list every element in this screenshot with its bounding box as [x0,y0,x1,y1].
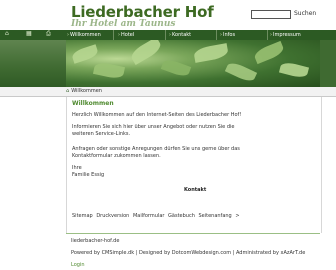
header-left-panel [0,40,66,87]
login-link[interactable]: Login [71,262,85,268]
service-links: Sitemap Druckversion Mailformular Gästeb… [72,213,242,219]
nav-item-impressum[interactable]: ›Impressum [270,31,301,39]
search-input[interactable] [251,10,291,19]
next-link[interactable]: > [235,213,239,219]
page-title: Willkommen [72,100,114,107]
nav-item-hotel[interactable]: ›Hotel [118,31,134,39]
site-subtitle: Ihr Hotel am Taunus [71,19,176,29]
leaf-shape [252,40,286,65]
nav-divider [216,30,217,40]
nav-divider [267,30,268,40]
nav-label: Willkommen [70,32,101,38]
leaf-shape [128,40,164,66]
footer-domain: liederbacher-hof.de [71,238,120,244]
mailform-link[interactable]: Mailformular [133,213,165,219]
welcome-text: Herzlich Willkommen auf den Internet-Sei… [72,112,242,118]
leaf-shape [160,57,192,79]
breadcrumb-home-icon[interactable]: ⌂ [66,88,69,94]
leaf-shape [278,60,310,80]
info-text-line1: Informieren Sie sich hier über unser Ang… [72,124,235,130]
nav-item-willkommen[interactable]: ›Willkommen [67,31,101,39]
breadcrumb-bar: ⌂ Willkommen [0,87,336,97]
contact-text-line2: Kontaktformular zukommen lassen. [72,153,161,159]
leaf-shape [193,43,229,63]
info-text-line2: weiteren Service-Links. [72,131,131,137]
header-photo [66,40,320,87]
header: Liederbacher Hof Ihr Hotel am Taunus Suc… [0,0,336,30]
nav-label: Impressum [273,32,301,38]
kontakt-link[interactable]: Kontakt [184,187,206,193]
print-version-link[interactable]: Druckversion [96,213,129,219]
breadcrumb-current: Willkommen [71,88,102,94]
nav-divider [113,30,114,40]
print-icon[interactable]: ⎙ [46,31,52,37]
content-area: Willkommen Herzlich Willkommen auf den I… [66,97,322,233]
footer-divider [66,233,320,234]
search-button[interactable]: Suchen [294,10,316,17]
footer-credits[interactable]: Powered by CMSimple.dk | Designed by Dot… [71,250,305,256]
breadcrumb: ⌂ Willkommen [66,88,102,95]
chevron-right-icon: › [118,32,120,38]
nav-label: Infos [223,32,236,38]
main-navigation: ⌂ ▦ ⎙ ›Willkommen ›Hotel ›Kontakt ›Infos… [0,30,336,40]
leaf-shape [92,61,126,80]
chevron-right-icon: › [169,32,171,38]
left-margin [0,97,66,233]
nav-item-infos[interactable]: ›Infos [220,31,235,39]
sitemap-icon[interactable]: ▦ [26,31,32,37]
leaf-shape [70,44,100,64]
chevron-right-icon: › [270,32,272,38]
home-icon[interactable]: ⌂ [5,31,11,37]
chevron-right-icon: › [67,32,69,38]
nav-item-kontakt[interactable]: ›Kontakt [169,31,191,39]
signature-line1: Ihre [72,165,82,171]
chevron-right-icon: › [220,32,222,38]
guestbook-link[interactable]: Gästebuch [168,213,195,219]
nav-divider [165,30,166,40]
sitemap-link[interactable]: Sitemap [72,213,93,219]
header-right-panel [320,40,336,87]
signature-line2: Familie Essig [72,172,105,178]
nav-label: Kontakt [172,32,192,38]
contact-text-line1: Anfragen oder sonstige Anregungen dürfen… [72,146,240,152]
page-top-link[interactable]: Seitenanfang [198,213,231,219]
leaf-shape [224,60,258,84]
nav-label: Hotel [121,32,135,38]
